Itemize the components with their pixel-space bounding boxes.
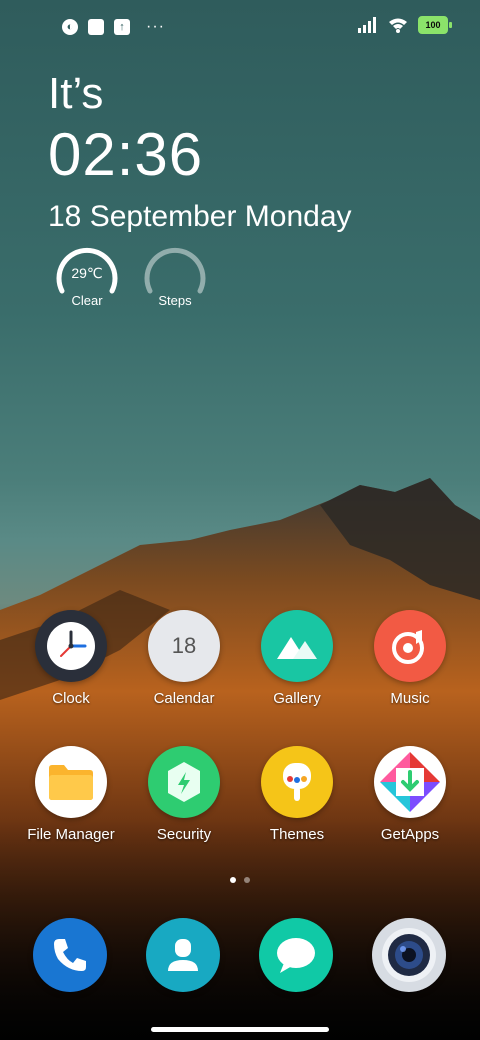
app-music[interactable]: Music: [355, 610, 465, 707]
battery-level: 100: [425, 20, 441, 30]
clock-prefix: It’s: [48, 69, 104, 118]
app-security[interactable]: Security: [129, 746, 239, 843]
dock-contacts[interactable]: [128, 918, 238, 992]
app-calendar[interactable]: 18 Calendar: [129, 610, 239, 707]
steps-gauge[interactable]: Steps: [142, 245, 208, 311]
contacts-icon: [146, 918, 220, 992]
app-label: Themes: [269, 826, 325, 843]
square-app-icon: [88, 19, 104, 35]
battery-tip: [449, 22, 452, 28]
app-themes[interactable]: Themes: [242, 746, 352, 843]
dock-messages[interactable]: [241, 918, 351, 992]
steps-label: Steps: [158, 293, 192, 308]
app-label: File Manager: [27, 826, 115, 843]
page-dot[interactable]: [244, 877, 250, 883]
clock-widget[interactable]: It’s 02:36 18 September Monday: [48, 68, 352, 236]
app-gallery[interactable]: Gallery: [242, 610, 352, 707]
security-icon: [148, 746, 220, 818]
clock-date: 18 September Monday: [48, 200, 352, 233]
phone-icon: [33, 918, 107, 992]
app-label: Calendar: [153, 690, 215, 707]
calendar-day: 18: [171, 633, 197, 658]
signal-icon: [358, 17, 376, 33]
app-label: Clock: [52, 690, 90, 707]
getapps-icon: [374, 746, 446, 818]
app-label: Security: [156, 826, 212, 843]
dock-camera[interactable]: [354, 918, 464, 992]
weather-gauge[interactable]: 29℃ Clear: [54, 245, 120, 311]
wifi-icon: [389, 18, 407, 33]
calendar-icon: 18: [148, 610, 220, 682]
app-label: Gallery: [273, 690, 321, 707]
page-indicator: [0, 877, 480, 883]
clock-icon: [35, 610, 107, 682]
clock-time: 02:36: [48, 121, 204, 188]
app-label: GetApps: [380, 826, 440, 843]
folder-icon: [35, 746, 107, 818]
app-clock[interactable]: Clock: [16, 610, 126, 707]
home-indicator[interactable]: [151, 1027, 329, 1032]
more-notifications-icon: ···: [146, 18, 165, 35]
weather-condition: Clear: [71, 293, 103, 308]
status-bar: ◐ ↑ ··· 100: [0, 0, 480, 56]
page-dot-active[interactable]: [230, 877, 236, 883]
weather-temperature: 29℃: [71, 265, 103, 281]
battery-icon: 100: [418, 16, 448, 34]
camera-icon: [372, 918, 446, 992]
app-label: Music: [390, 690, 430, 707]
gallery-icon: [261, 610, 333, 682]
upload-icon: ↑: [114, 19, 130, 35]
dock-phone[interactable]: [15, 918, 125, 992]
messages-icon: [259, 918, 333, 992]
app-file-manager[interactable]: File Manager: [16, 746, 126, 843]
gauges-widget: 29℃ Clear Steps: [54, 245, 208, 311]
app-getapps[interactable]: GetApps: [355, 746, 465, 843]
data-saver-icon: ◐: [62, 19, 78, 35]
themes-icon: [261, 746, 333, 818]
music-icon: [374, 610, 446, 682]
